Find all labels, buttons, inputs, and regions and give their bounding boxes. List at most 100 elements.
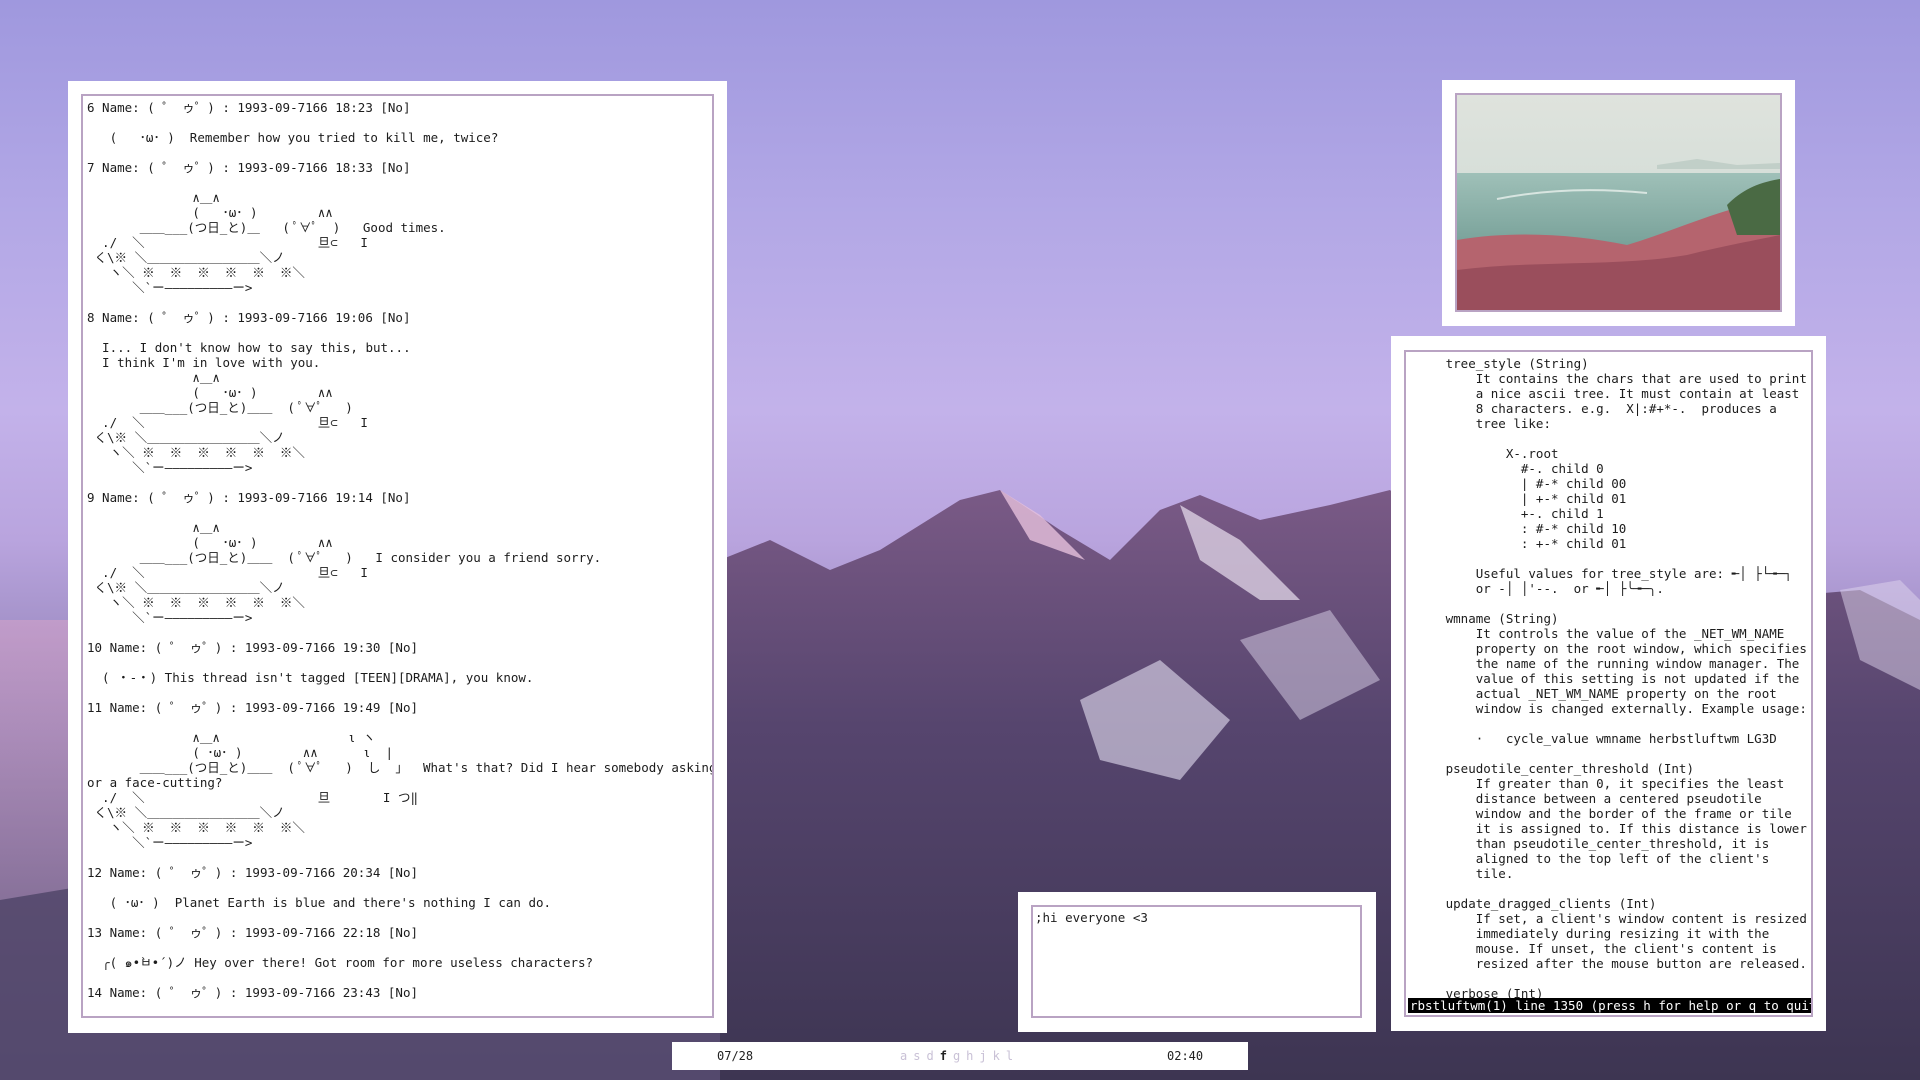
workspace-tag-k[interactable]: k: [990, 1049, 1003, 1063]
manpage-line: Useful values for tree_style are: ╾│ ├└╼…: [1408, 566, 1792, 581]
thread-line: ＿＿___(つ日_と)＿＿ ( ﾟ∀ﾟ ): [87, 400, 353, 415]
manpage-line: [1408, 746, 1809, 761]
thread-line: 6 Name: ( ゜ ゥ゜) : 1993-09-7166 18:23 [No…: [87, 100, 411, 115]
thread-line: 12 Name: ( ゜ ゥ゜) : 1993-09-7166 20:34 [N…: [87, 865, 418, 880]
thread-line: ∧＿∧ ι ヽ: [87, 730, 376, 745]
manpage-line: 8 characters. e.g. X|:#+*-. produces a: [1408, 401, 1777, 416]
thread-line: 14 Name: ( ゜ ゥ゜) : 1993-09-7166 23:43 [N…: [87, 985, 418, 1000]
thread-line: ./ ＼ 旦⊂ I: [87, 235, 368, 250]
manpage-line: [1408, 596, 1809, 611]
thread-line: ヽ＼ ※ ※ ※ ※ ※ ※＼: [87, 820, 305, 835]
manpage-line: +-. child 1: [1408, 506, 1604, 521]
thread-line: ( ･ω･ ) ∧∧: [87, 385, 333, 400]
manpage-line: wmname (String): [1408, 611, 1559, 626]
thread-terminal-content[interactable]: 6 Name: ( ゜ ゥ゜) : 1993-09-7166 18:23 [No…: [81, 94, 714, 1018]
chat-input-text: ;hi everyone <3: [1035, 910, 1148, 925]
manpage-line: window is changed externally. Example us…: [1408, 701, 1807, 716]
thread-line: ( ･ω･ ) Remember how you tried to kill m…: [87, 130, 499, 145]
manpage-terminal-content[interactable]: tree_style (String) It contains the char…: [1404, 350, 1813, 1017]
manpage-line: distance between a centered pseudotile: [1408, 791, 1762, 806]
thread-line: ヽ＼ ※ ※ ※ ※ ※ ※＼: [87, 265, 305, 280]
workspace-tag-s[interactable]: s: [910, 1049, 923, 1063]
thread-line: ( ･ω･ ) Planet Earth is blue and there's…: [87, 895, 552, 910]
thread-terminal-window[interactable]: 6 Name: ( ゜ ゥ゜) : 1993-09-7166 18:23 [No…: [68, 81, 727, 1033]
thread-line: I think I'm in love with you.: [87, 355, 321, 370]
thread-line: 8 Name: ( ゜ ゥ゜) : 1993-09-7166 19:06 [No…: [87, 310, 411, 325]
thread-line: 7 Name: ( ゜ ゥ゜) : 1993-09-7166 18:33 [No…: [87, 160, 411, 175]
manpage-line: or -│ │'--. or ╾│ ├╰╼─╮.: [1408, 581, 1664, 596]
panel-date: 07/28: [717, 1049, 754, 1063]
manpage-line: : +-* child 01: [1408, 536, 1627, 551]
workspace-tag-h[interactable]: h: [963, 1049, 976, 1063]
thread-line: [87, 295, 708, 310]
manpage-line: update_dragged_clients (Int): [1408, 896, 1657, 911]
workspace-tag-l[interactable]: l: [1003, 1049, 1016, 1063]
thread-line: 9 Name: ( ゜ ゥ゜) : 1993-09-7166 19:14 [No…: [87, 490, 411, 505]
manpage-line: aligned to the top left of the client's: [1408, 851, 1770, 866]
thread-line: ( ･ω･ ) ∧∧: [87, 205, 333, 220]
thread-line: ＼`ー―――――――――ー>: [87, 280, 253, 295]
manpage-line: the name of the running window manager. …: [1408, 656, 1800, 671]
manpage-line: | #-* child 00: [1408, 476, 1627, 491]
manpage-line: [1408, 971, 1809, 986]
thread-line: 10 Name: ( ゜ ゥ゜) : 1993-09-7166 19:30 [N…: [87, 640, 418, 655]
manpage-line: mouse. If unset, the client's content is: [1408, 941, 1777, 956]
workspace-tag-d[interactable]: d: [923, 1049, 936, 1063]
manpage-line: · cycle_value wmname herbstluftwm LG3D: [1408, 731, 1777, 746]
thread-line: [87, 685, 708, 700]
thread-line: [87, 325, 708, 340]
manpage-status-line: rbstluftwm(1) line 1350 (press h for hel…: [1408, 998, 1811, 1013]
thread-line: ./ ＼ 旦⊂ I: [87, 565, 368, 580]
thread-line: く\※ ＼＿＿＿＿＿＿＿＿＿＼ノ: [87, 580, 285, 595]
manpage-line: #-. child 0: [1408, 461, 1604, 476]
manpage-line: window and the border of the frame or ti…: [1408, 806, 1792, 821]
thread-line: く\※ ＼＿＿＿＿＿＿＿＿＿＼ノ: [87, 430, 285, 445]
image-viewer-window[interactable]: [1442, 80, 1795, 326]
thread-line: ＼`ー―――――――――ー>: [87, 835, 253, 850]
manpage-line: tile.: [1408, 866, 1514, 881]
manpage-line: actual _NET_WM_NAME property on the root: [1408, 686, 1777, 701]
manpage-line: X-.root: [1408, 446, 1559, 461]
thread-line: ＿＿___(つ日_と)＿ ( ﾟ∀ﾟ ) Good times.: [87, 220, 446, 235]
thread-line: [87, 175, 708, 190]
thread-line: or a face-cutting?: [87, 775, 223, 790]
thread-line: [87, 505, 708, 520]
thread-line: 11 Name: ( ゜ ゥ゜) : 1993-09-7166 19:49 [N…: [87, 700, 418, 715]
thread-line: I... I don't know how to say this, but..…: [87, 340, 411, 355]
workspace-tag-f[interactable]: f: [937, 1049, 950, 1063]
manpage-line: tree like:: [1408, 416, 1551, 431]
thread-line: [87, 625, 708, 640]
thread-line: ./ ＼ 旦 I つ‖: [87, 790, 418, 805]
manpage-line: [1408, 431, 1809, 446]
thread-line: ∧＿∧: [87, 190, 220, 205]
thread-line: [87, 475, 708, 490]
thread-line: ./ ＼ 旦⊂ I: [87, 415, 368, 430]
manpage-terminal-window[interactable]: tree_style (String) It contains the char…: [1391, 336, 1826, 1031]
workspace-tags[interactable]: asdfghjkl: [897, 1049, 1016, 1063]
thread-line: 13 Name: ( ゜ ゥ゜) : 1993-09-7166 22:18 [N…: [87, 925, 418, 940]
manpage-line: pseudotile_center_threshold (Int): [1408, 761, 1694, 776]
workspace-tag-j[interactable]: j: [976, 1049, 989, 1063]
thread-line: ヽ＼ ※ ※ ※ ※ ※ ※＼: [87, 445, 305, 460]
workspace-tag-a[interactable]: a: [897, 1049, 910, 1063]
thread-line: ( ･ω･ ) ∧∧: [87, 535, 333, 550]
manpage-line: immediately during resizing it with the: [1408, 926, 1770, 941]
chat-input-field[interactable]: ;hi everyone <3: [1031, 905, 1362, 1018]
thread-line: ＿＿___(つ日_と)＿＿ ( ﾟ∀ﾟ ) し 」 What's that? D…: [87, 760, 714, 775]
thread-line: ∧＿∧: [87, 370, 220, 385]
thread-line: ＼`ー―――――――――ー>: [87, 610, 253, 625]
thread-line: く\※ ＼＿＿＿＿＿＿＿＿＿＼ノ: [87, 250, 285, 265]
thread-line: ( ・-・) This thread isn't tagged [TEEN][D…: [87, 670, 534, 685]
manpage-line: | +-* child 01: [1408, 491, 1627, 506]
chat-input-window[interactable]: ;hi everyone <3: [1018, 892, 1376, 1032]
thread-line: ヽ＼ ※ ※ ※ ※ ※ ※＼: [87, 595, 305, 610]
thread-line: ( ･ω･ ) ∧∧ ι |: [87, 745, 393, 760]
thread-line: [87, 655, 708, 670]
manpage-line: than pseudotile_center_threshold, it is: [1408, 836, 1770, 851]
workspace-tag-g[interactable]: g: [950, 1049, 963, 1063]
manpage-line: property on the root window, which speci…: [1408, 641, 1807, 656]
manpage-line: [1408, 716, 1809, 731]
thread-line: く\※ ＼＿＿＿＿＿＿＿＿＿＼ノ: [87, 805, 285, 820]
manpage-line: [1408, 881, 1809, 896]
thread-line: [87, 145, 708, 160]
